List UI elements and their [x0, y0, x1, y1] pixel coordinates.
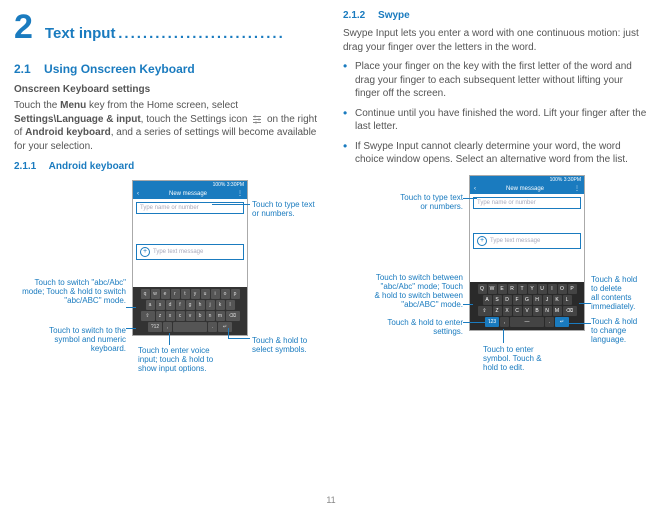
back-icon: ‹: [137, 189, 139, 199]
bullet-2: Continue until you have finished the wor…: [343, 107, 648, 134]
swype-bullets: Place your finger on the key with the fi…: [343, 60, 648, 167]
message-field: +Type text message: [473, 233, 581, 249]
callout-symbols: Touch & hold to select symbols.: [252, 336, 322, 354]
chapter-heading: 2 Text input ...........................: [14, 10, 319, 44]
back-icon: ‹: [474, 184, 476, 194]
subsection-num: 2.1.1: [14, 161, 36, 172]
titlebar: ‹ New message ⋮: [133, 189, 247, 199]
plus-icon: +: [477, 236, 487, 246]
kbd-row-3: ⇧zxcvbnm⌫: [135, 311, 245, 321]
android-keyboard-figure: 100% 3:30PM ‹ New message ⋮ Type name or…: [14, 178, 319, 398]
section-2-1-2: 2.1.2 Swype: [343, 10, 648, 21]
comma-key: ,: [163, 322, 172, 332]
callout-delete: Touch & hold to delete all contents imme…: [591, 275, 655, 312]
titlebar: ‹ New message ⋮: [470, 184, 584, 194]
chapter-title-wrap: Text input ...........................: [45, 25, 285, 42]
statusbar: 100% 3:30PM: [470, 176, 584, 184]
space-key: —: [510, 317, 544, 327]
enter-key: ↵: [555, 317, 569, 327]
chapter-dots: ...........................: [118, 25, 285, 42]
kbd-row-2: asdfghjkl: [135, 300, 245, 310]
subsection-title: Swype: [378, 10, 410, 21]
bullet-1: Place your finger on the key with the fi…: [343, 60, 648, 101]
message-field: +Type text message: [136, 244, 244, 260]
comma-key: ,: [500, 317, 509, 327]
left-column: 2 Text input ...........................…: [14, 10, 319, 403]
callout-symbol-kbd: Touch to switch to the symbol and numeri…: [14, 326, 126, 354]
callout-settings: Touch & hold to enter settings.: [343, 318, 463, 336]
section-2-1: 2.1 Using Onscreen Keyboard: [14, 62, 319, 76]
kbd-row-1: QWERTYUIOP: [472, 284, 582, 294]
callout-type-text: Touch to type text or numbers.: [252, 200, 322, 218]
sliders-icon: [252, 114, 262, 124]
kbd-row-3: ⇧ZXCVBNM⌫: [472, 306, 582, 316]
android-keyboard: qwertyuiop asdfghjkl ⇧zxcvbnm⌫ ?12 , . ↵: [133, 287, 247, 335]
settings-paragraph: Touch the Menu key from the Home screen,…: [14, 99, 319, 153]
section-num: 2.1: [14, 62, 31, 76]
bullet-3: If Swype Input cannot clearly determine …: [343, 140, 648, 167]
enter-key: ↵: [218, 322, 232, 332]
kbd-row-1: qwertyuiop: [135, 289, 245, 299]
callout-language: Touch & hold to change language.: [591, 317, 655, 345]
space-key: [173, 322, 207, 332]
period-key: .: [545, 317, 554, 327]
settings-heading: Onscreen Keyboard settings: [14, 84, 319, 95]
attach-icon: ⋮: [574, 184, 580, 194]
period-key: .: [208, 322, 217, 332]
page-number: 11: [0, 495, 662, 505]
section-title: Using Onscreen Keyboard: [44, 62, 195, 76]
statusbar: 100% 3:30PM: [133, 181, 247, 189]
callout-type-text: Touch to type text or numbers.: [343, 193, 463, 211]
kbd-row-2: ASDFGHJKL: [472, 295, 582, 305]
callout-switch-abc: Touch to switch between "abc/Abc" mode; …: [343, 273, 463, 310]
recipient-field: Type name or number: [473, 197, 581, 209]
plus-icon: +: [140, 247, 150, 257]
callout-symbol: Touch to enter symbol. Touch & hold to e…: [483, 345, 563, 373]
section-2-1-1: 2.1.1 Android keyboard: [14, 161, 319, 172]
sym-key: ?12: [148, 322, 162, 332]
attach-icon: ⋮: [237, 189, 243, 199]
chapter-title: Text input: [45, 25, 116, 42]
right-column: 2.1.2 Swype Swype Input lets you enter a…: [343, 10, 648, 403]
swype-intro: Swype Input lets you enter a word with o…: [343, 27, 648, 54]
subsection-title: Android keyboard: [49, 161, 135, 172]
swype-figure: 100% 3:30PM ‹ New message ⋮ Type name or…: [343, 173, 648, 403]
page: 2 Text input ...........................…: [0, 0, 662, 403]
callout-switch-abc: Touch to switch "abc/Abc" mode; Touch & …: [14, 278, 126, 306]
chapter-number: 2: [14, 10, 33, 44]
subsection-num: 2.1.2: [343, 10, 365, 21]
callout-voice: Touch to enter voice input; touch & hold…: [138, 346, 228, 374]
phone-mockup: 100% 3:30PM ‹ New message ⋮ Type name or…: [469, 175, 585, 331]
